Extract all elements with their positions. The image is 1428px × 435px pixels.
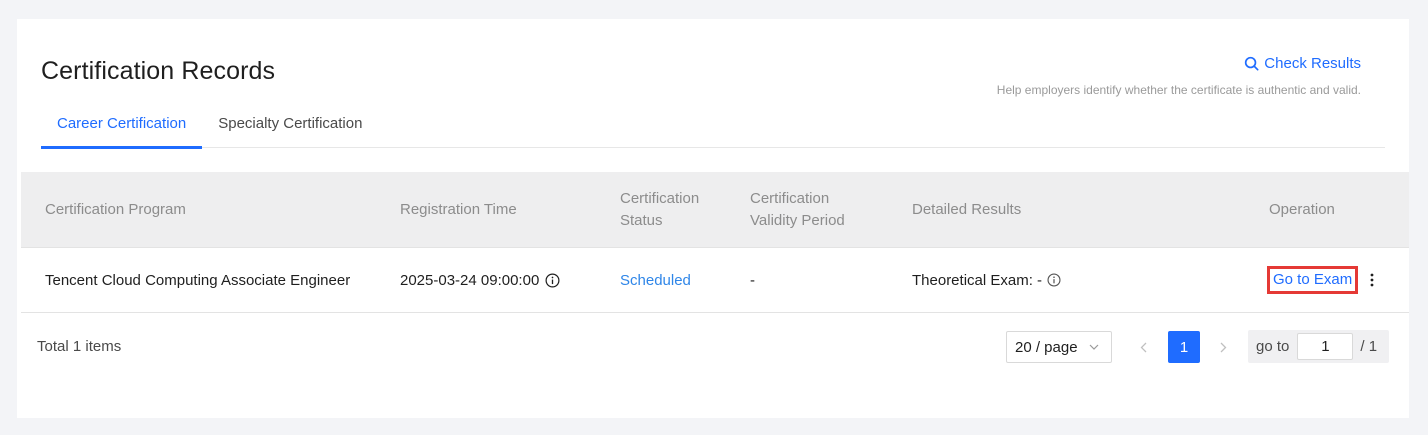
cell-validity-period: -: [750, 271, 755, 289]
detailed-results-value: Theoretical Exam: -: [912, 271, 1043, 289]
page-title: Certification Records: [41, 57, 276, 85]
total-items: Total 1 items: [37, 337, 122, 355]
table-row: Tencent Cloud Computing Associate Engine…: [21, 248, 1409, 313]
cell-operation: Go to Exam: [1267, 248, 1377, 312]
cell-detailed-results: Theoretical Exam: -: [912, 248, 1061, 312]
goto-label: go to: [1256, 338, 1290, 355]
chevron-left-icon: [1140, 342, 1146, 352]
certification-tabs: Career Certification Specialty Certifica…: [41, 109, 1385, 149]
registration-time-value: 2025-03-24 09:00:00: [400, 271, 540, 289]
goto-page: go to / 1: [1248, 330, 1389, 363]
cell-status[interactable]: Scheduled: [620, 248, 691, 312]
column-header-program: Certification Program: [45, 201, 186, 218]
column-header-registration-time: Registration Time: [400, 201, 517, 218]
column-header-status: Certification Status: [620, 190, 700, 229]
certification-records-card: Certification Records Check Results Help…: [17, 19, 1409, 418]
help-text: Help employers identify whether the cert…: [996, 83, 1361, 97]
search-icon: [1245, 56, 1259, 71]
records-table: Certification Program Registration Time …: [21, 172, 1409, 313]
info-icon[interactable]: [545, 273, 560, 288]
tab-specialty-certification[interactable]: Specialty Certification: [202, 109, 378, 148]
more-vertical-icon[interactable]: [1367, 272, 1377, 288]
goto-page-input[interactable]: [1297, 333, 1354, 360]
column-header-detailed-results: Detailed Results: [912, 201, 1022, 218]
go-to-exam-link[interactable]: Go to Exam: [1267, 266, 1359, 294]
page-1-button[interactable]: 1: [1168, 331, 1200, 363]
chevron-right-icon: [1220, 342, 1226, 352]
total-pages: / 1: [1360, 338, 1378, 355]
column-header-operation: Operation: [1269, 201, 1335, 218]
chevron-down-icon: [1089, 344, 1099, 350]
cell-registration-time: 2025-03-24 09:00:00: [400, 248, 560, 312]
info-icon[interactable]: [1047, 273, 1061, 287]
tab-career-certification[interactable]: Career Certification: [41, 109, 203, 149]
previous-page-button[interactable]: [1127, 331, 1159, 363]
check-results-link[interactable]: Check Results: [1244, 55, 1361, 72]
column-header-validity-period: Certification Validity Period: [750, 190, 845, 229]
page-size-select[interactable]: 20 / page: [1006, 331, 1112, 363]
cell-program: Tencent Cloud Computing Associate Engine…: [45, 271, 351, 289]
table-header: Certification Program Registration Time …: [21, 172, 1409, 248]
next-page-button[interactable]: [1207, 331, 1239, 363]
check-results-label: Check Results: [1264, 55, 1361, 72]
pagination-bar: Total 1 items 20 / page 1 go to / 1: [21, 314, 1409, 378]
page-size-value: 20 / page: [1015, 338, 1078, 356]
